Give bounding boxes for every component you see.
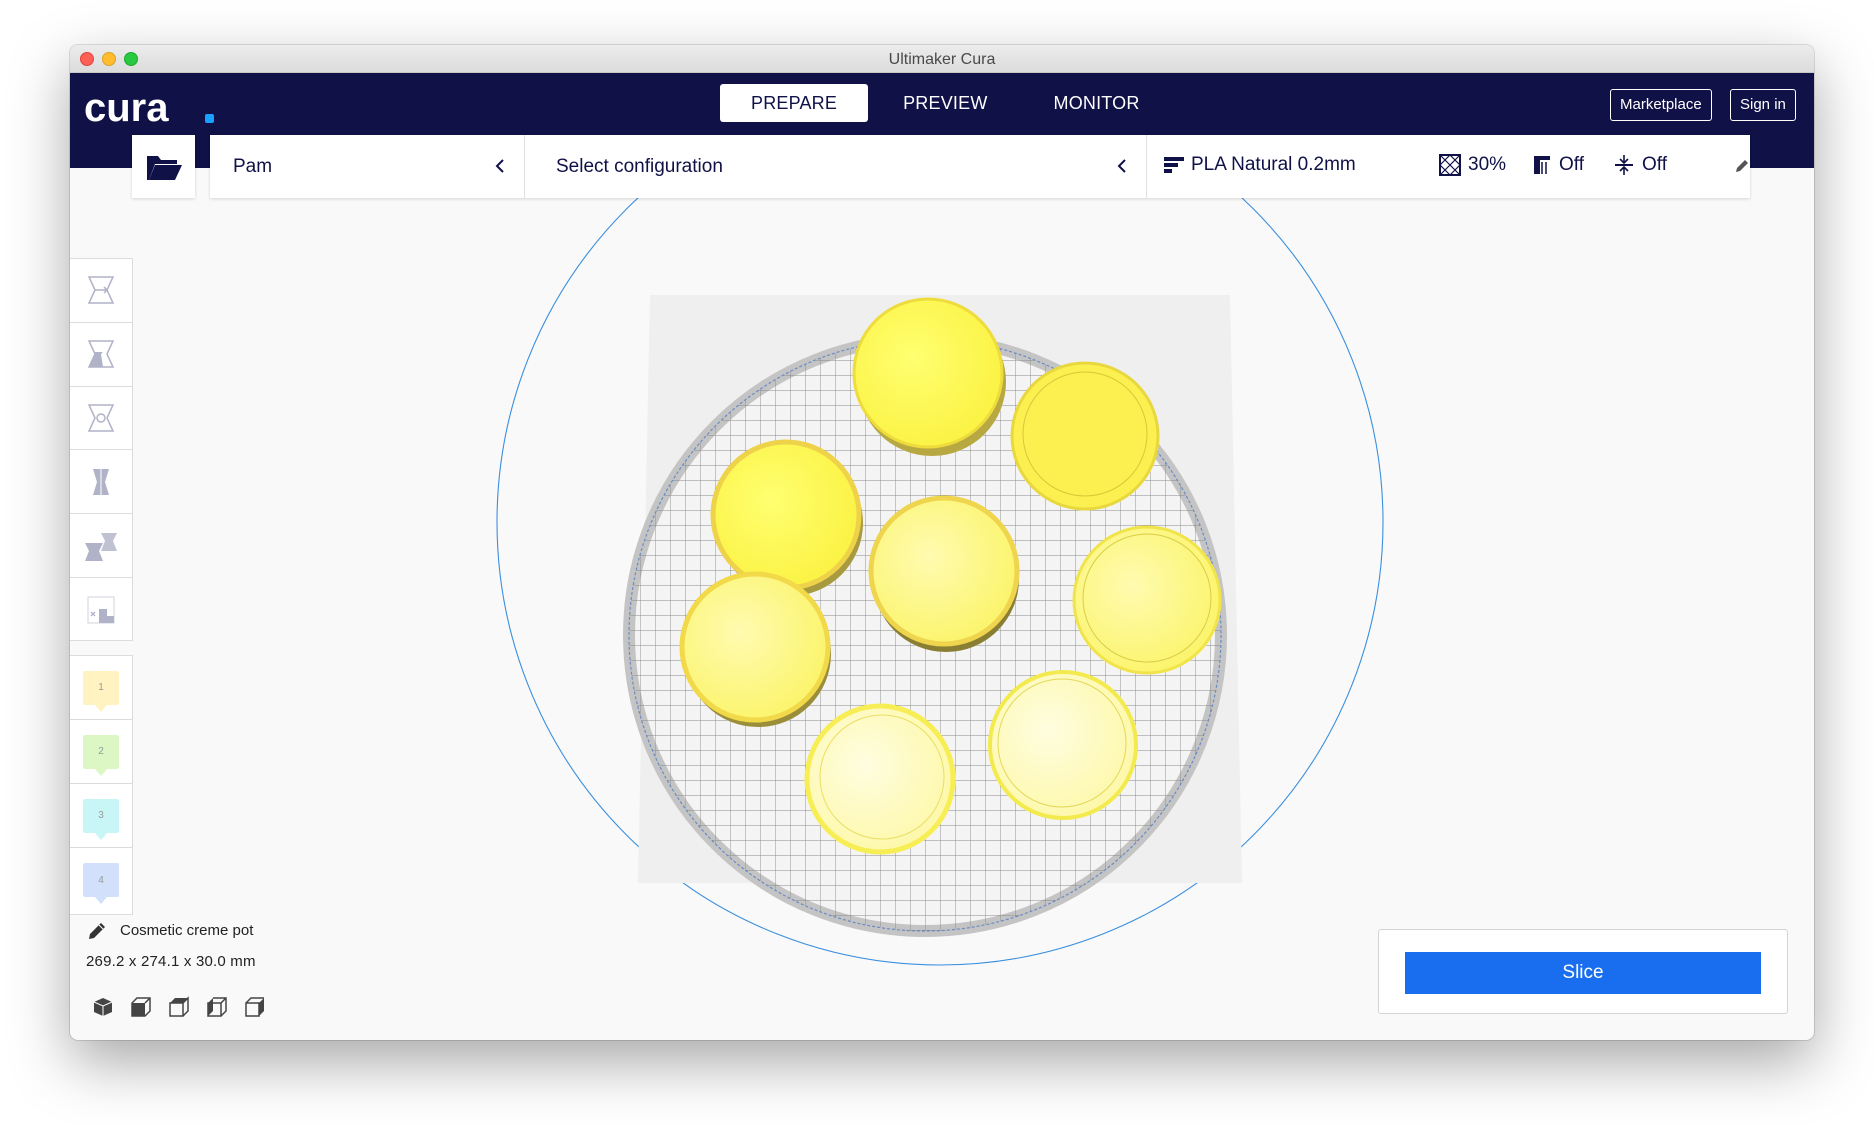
adhesion-value: Off [1642,154,1667,175]
infill-value: 30% [1468,154,1507,175]
slice-button[interactable]: Slice [1405,952,1761,994]
extruder-4-icon: 4 [83,863,119,904]
extruder-1-icon: 1 [83,670,119,712]
adhesion-group: Off [1613,154,1667,176]
extruder-4-label: 4 [98,874,104,886]
object-dimensions: 269.2 x 274.1 x 30.0 mm [86,953,256,970]
extruder-4-button[interactable]: 4 [70,848,132,912]
marketplace-button[interactable]: Marketplace [1610,89,1712,121]
mirror-tool-icon [93,468,109,495]
transform-tools-panel [70,258,133,641]
configuration-label: Select configuration [556,155,723,177]
rotate-tool-button[interactable] [70,387,132,451]
move-tool-button[interactable] [70,259,132,323]
scale-tool-button[interactable] [70,323,132,387]
extruder-3-icon: 3 [83,798,119,840]
pencil-icon[interactable] [86,920,108,942]
extruder-3-button[interactable]: 3 [70,784,132,848]
support-value: Off [1559,154,1584,175]
printer-name: Pam [233,155,273,177]
extruder-2-label: 2 [98,746,104,757]
tab-preview[interactable]: PREVIEW [872,84,1018,122]
logo-text: cura [84,89,169,129]
object-name: Cosmetic creme pot [120,922,254,939]
stage-tabs: PREPARE PREVIEW MONITOR [720,84,1171,122]
chevron-left-icon [495,159,504,173]
left-view-icon[interactable] [206,996,228,1018]
per-model-settings-icon [85,532,117,561]
profile-icon [1164,157,1184,173]
infill-icon [1439,154,1461,176]
extruder-3-label: 3 [98,810,104,821]
extruder-1-button[interactable]: 1 [70,656,132,720]
action-panel: Slice [1378,929,1788,1014]
3d-view-icon[interactable] [92,996,114,1018]
support-group: Off [1530,154,1584,176]
title-bar: Ultimaker Cura [70,45,1814,73]
chevron-left-icon [1117,159,1126,173]
move-tool-icon [87,276,115,305]
mirror-tool-button[interactable] [70,450,132,515]
scale-tool-icon [87,340,115,368]
print-settings-selector[interactable]: PLA Natural 0.2mm 30% Off Off [1147,135,1750,198]
profile-group: PLA Natural 0.2mm [1164,154,1356,176]
extruder-panel: 1 2 3 4 [70,655,133,915]
build-plate [623,333,1227,937]
app-window: Ultimaker Cura cura PREPARE PREVIEW MONI… [70,45,1814,1040]
front-view-icon[interactable] [130,996,152,1018]
open-file-button[interactable] [132,135,195,198]
support-icon [1534,156,1550,174]
folder-open-icon [146,155,182,180]
infill-group: 30% [1439,154,1506,176]
tab-prepare[interactable]: PREPARE [720,84,869,122]
sign-in-button[interactable]: Sign in [1730,89,1796,121]
top-view-icon[interactable] [168,996,190,1018]
selector-bar: Pam Select configuration PLA Natural 0.2… [210,135,1750,198]
per-model-settings-button[interactable] [70,514,132,578]
camera-view-buttons [92,996,266,1018]
extruder-1-label: 1 [98,682,104,693]
model-group[interactable] [679,297,1222,855]
tab-monitor[interactable]: MONITOR [1023,84,1171,122]
adhesion-icon [1615,155,1633,175]
support-blocker-icon [87,596,115,624]
rotate-tool-icon [87,404,115,432]
extruder-2-icon: 2 [83,734,119,776]
window-title: Ultimaker Cura [888,51,996,68]
profile-name: PLA Natural 0.2mm [1191,154,1356,175]
configuration-selector[interactable]: Select configuration [525,135,1147,198]
build-volume-outline [496,78,1384,966]
build-plate-shadow [638,295,1242,883]
cura-logo: cura [84,89,214,129]
extruder-2-button[interactable]: 2 [70,720,132,784]
printer-selector[interactable]: Pam [210,135,525,198]
edit-pencil-icon[interactable] [1733,157,1751,175]
right-view-icon[interactable] [244,996,266,1018]
support-blocker-button[interactable] [70,578,132,642]
